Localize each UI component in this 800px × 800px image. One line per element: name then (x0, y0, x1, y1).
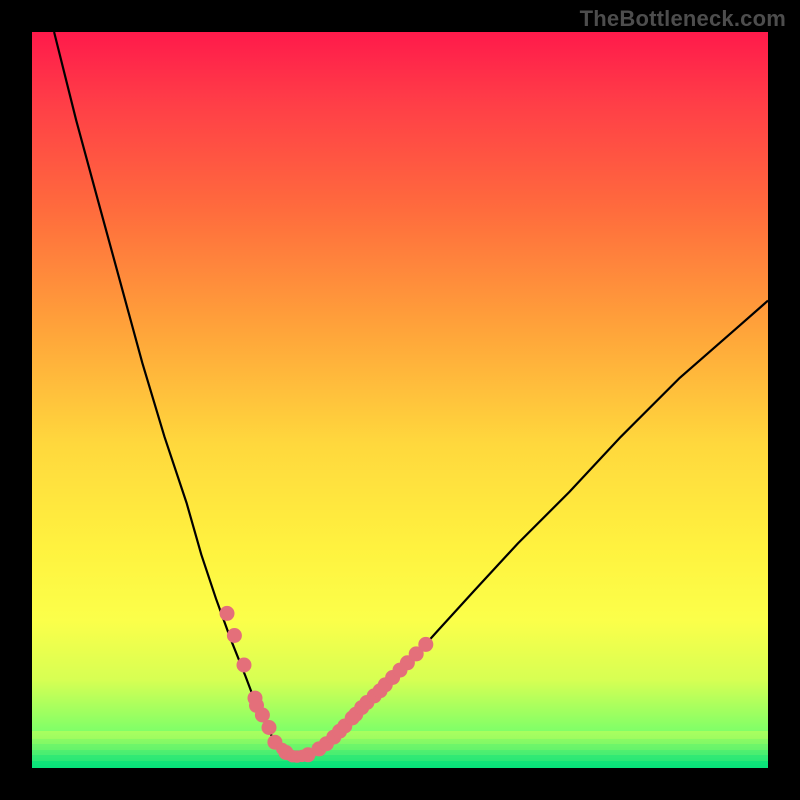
watermark-text: TheBottleneck.com (580, 6, 786, 32)
bottleneck-curve (32, 32, 768, 768)
marker-dot (227, 628, 242, 643)
marker-dot (296, 750, 308, 762)
right-marker-cluster (301, 637, 434, 762)
bottom-marker-cluster (276, 743, 308, 763)
left-marker-cluster (220, 606, 294, 760)
marker-dot (220, 606, 235, 621)
chart-plot-area (32, 32, 768, 768)
marker-dot (418, 637, 433, 652)
curve-line (54, 32, 768, 757)
marker-dot (237, 658, 252, 673)
marker-dot (262, 720, 277, 735)
